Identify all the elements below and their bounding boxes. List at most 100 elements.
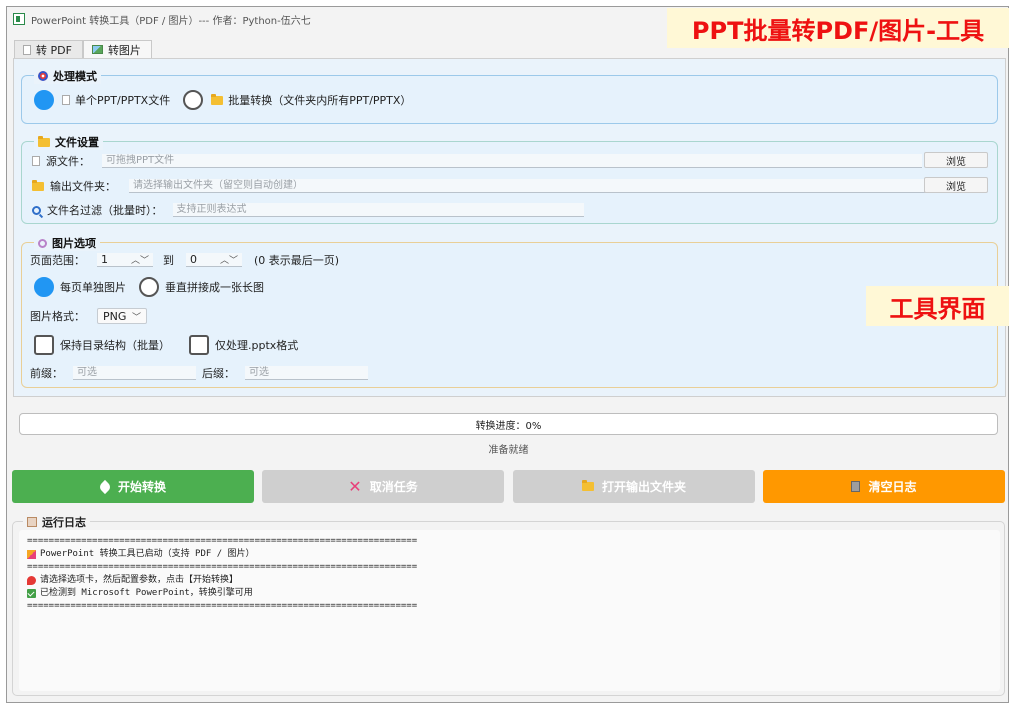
checkbox-pptx-only-label[interactable]: 仅处理.pptx格式 xyxy=(215,337,298,353)
gear-icon xyxy=(38,238,47,248)
range-to-label: 到 xyxy=(163,254,174,267)
log-group-title: 运行日志 xyxy=(23,514,90,530)
log-line-text: ========================================… xyxy=(27,601,418,611)
check-icon xyxy=(27,589,36,598)
radio-batch-label[interactable]: 批量转换（文件夹内所有PPT/PPTX） xyxy=(228,92,411,108)
start-button-label: 开始转换 xyxy=(117,480,166,494)
close-icon: ✕ xyxy=(348,476,362,496)
open-output-folder-button[interactable]: 打开输出文件夹 xyxy=(513,470,755,503)
source-label: 源文件： xyxy=(46,155,90,168)
image-format-value: PNG xyxy=(103,309,127,323)
image-options-title-text: 图片选项 xyxy=(52,237,96,250)
mode-title-text: 处理模式 xyxy=(53,70,97,83)
range-from-value: 1 xyxy=(101,253,108,266)
party-icon xyxy=(27,550,36,559)
log-line: 已检测到 Microsoft PowerPoint，转换引擎可用 xyxy=(27,587,992,600)
radio-stitch-label[interactable]: 垂直拼接成一张长图 xyxy=(165,279,264,295)
radio-single-label[interactable]: 单个PPT/PPTX文件 xyxy=(75,92,170,108)
clear-log-button[interactable]: 清空日志 xyxy=(763,470,1005,503)
cancel-task-button[interactable]: ✕ 取消任务 xyxy=(262,470,504,503)
mode-options-row: 单个PPT/PPTX文件 批量转换（文件夹内所有PPT/PPTX） xyxy=(34,90,411,110)
range-to-spinbox[interactable]: 0 ︿﹀ xyxy=(186,253,242,267)
format-row: 图片格式： PNG ﹀ xyxy=(30,308,147,324)
status-text: 准备就绪 xyxy=(488,445,529,456)
suffix-label: 后缀： xyxy=(202,367,235,380)
folder-icon xyxy=(32,179,44,191)
folder-icon xyxy=(581,480,594,491)
image-icon xyxy=(91,45,103,54)
radio-batch[interactable] xyxy=(183,90,204,110)
tab-bar: 转 PDF 转图片 xyxy=(14,40,152,58)
image-mode-row: 每页单独图片 垂直拼接成一张长图 xyxy=(34,277,264,297)
tab-label: 转 PDF xyxy=(36,43,72,57)
log-group: 运行日志 ===================================… xyxy=(12,514,1005,696)
radio-single-file[interactable] xyxy=(34,90,54,110)
checkbox-keep-structure[interactable] xyxy=(34,335,54,355)
browse-source-button[interactable]: 浏览 xyxy=(924,152,988,168)
tab-panel-image: 处理模式 单个PPT/PPTX文件 批量转换（文件夹内所有PPT/PPTX） 文… xyxy=(13,58,1006,397)
checkbox-row: 保持目录结构（批量） 仅处理.pptx格式 xyxy=(34,335,298,355)
pin-icon xyxy=(27,576,36,585)
tab-label: 转图片 xyxy=(107,43,141,57)
image-options-title: 图片选项 xyxy=(34,235,100,251)
cancel-button-label: 取消任务 xyxy=(369,480,418,494)
filename-filter-input[interactable] xyxy=(172,203,584,217)
trash-icon xyxy=(851,481,861,492)
log-line: PowerPoint 转换工具已启动（支持 PDF / 图片） xyxy=(27,548,992,561)
log-line: 请选择选项卡，然后配置参数，点击【开始转换】 xyxy=(27,574,992,587)
tab-to-pdf[interactable]: 转 PDF xyxy=(14,40,83,58)
checkbox-keep-structure-label[interactable]: 保持目录结构（批量） xyxy=(60,337,170,353)
range-from-spinbox[interactable]: 1 ︿﹀ xyxy=(97,253,153,267)
start-conversion-button[interactable]: 开始转换 xyxy=(12,470,254,503)
radio-stitch-vertical[interactable] xyxy=(139,277,159,297)
page-range-label: 页面范围： xyxy=(30,254,85,267)
browse-output-button[interactable]: 浏览 xyxy=(924,177,988,193)
chevron-down-icon: ﹀ xyxy=(131,312,141,323)
clear-log-button-label: 清空日志 xyxy=(868,480,917,494)
prefix-suffix-row: 前缀： 后缀： xyxy=(30,365,368,381)
app-icon xyxy=(13,13,25,25)
page-range-row: 页面范围： 1 ︿﹀ 到 0 ︿﹀ (0 表示最后一页) xyxy=(30,252,339,268)
filter-row: 文件名过滤（批量时）： xyxy=(32,202,584,218)
search-icon xyxy=(32,205,41,215)
prefix-input[interactable] xyxy=(73,366,196,380)
open-folder-button-label: 打开输出文件夹 xyxy=(601,480,686,494)
log-line-text: 请选择选项卡，然后配置参数，点击【开始转换】 xyxy=(40,575,239,585)
prefix-label: 前缀： xyxy=(30,367,63,380)
checkbox-pptx-only[interactable] xyxy=(189,335,209,355)
radio-each-page[interactable] xyxy=(34,277,54,297)
output-row: 输出文件夹： xyxy=(32,178,927,194)
tab-to-image[interactable]: 转图片 xyxy=(82,40,152,58)
progress-label: 转换进度：0% xyxy=(475,420,542,432)
spin-arrows-icon[interactable]: ︿﹀ xyxy=(220,253,238,266)
log-line: ========================================… xyxy=(27,561,992,574)
format-label: 图片格式： xyxy=(30,310,85,323)
output-folder-input[interactable] xyxy=(129,179,927,193)
window-title: PowerPoint 转换工具（PDF / 图片）--- 作者：Python-伍… xyxy=(31,15,311,27)
image-format-select[interactable]: PNG ﹀ xyxy=(97,308,147,324)
log-line-text: ========================================… xyxy=(27,536,418,546)
file-settings-title-text: 文件设置 xyxy=(55,136,99,149)
document-icon xyxy=(23,44,31,55)
log-text-area[interactable]: ========================================… xyxy=(19,530,1000,691)
conversion-progress-bar: 转换进度：0% xyxy=(19,413,998,435)
mode-group-title: 处理模式 xyxy=(34,68,101,84)
source-file-input[interactable] xyxy=(102,154,922,168)
range-to-value: 0 xyxy=(190,253,197,266)
image-options-group: 图片选项 页面范围： 1 ︿﹀ 到 0 ︿﹀ (0 表示最后一页) 每页单独图片… xyxy=(21,235,998,388)
file-settings-group: 文件设置 源文件： 浏览 输出文件夹： 浏览 文件名过滤（批量时）： xyxy=(21,134,998,224)
output-label: 输出文件夹： xyxy=(50,180,116,193)
radio-each-page-label[interactable]: 每页单独图片 xyxy=(60,279,126,295)
log-line-text: PowerPoint 转换工具已启动（支持 PDF / 图片） xyxy=(40,549,255,559)
folder-icon xyxy=(211,93,224,105)
spin-arrows-icon[interactable]: ︿﹀ xyxy=(131,253,149,266)
log-line-text: 已检测到 Microsoft PowerPoint，转换引擎可用 xyxy=(40,588,253,598)
suffix-input[interactable] xyxy=(245,366,368,380)
target-icon xyxy=(38,71,48,81)
log-line: ========================================… xyxy=(27,535,992,548)
source-row: 源文件： xyxy=(32,153,922,169)
file-settings-title: 文件设置 xyxy=(34,134,103,150)
log-line-text: ========================================… xyxy=(27,562,418,572)
mode-group: 处理模式 单个PPT/PPTX文件 批量转换（文件夹内所有PPT/PPTX） xyxy=(21,68,998,124)
overlay-title-label: PPT批量转PDF/图片-工具 xyxy=(667,8,1009,48)
